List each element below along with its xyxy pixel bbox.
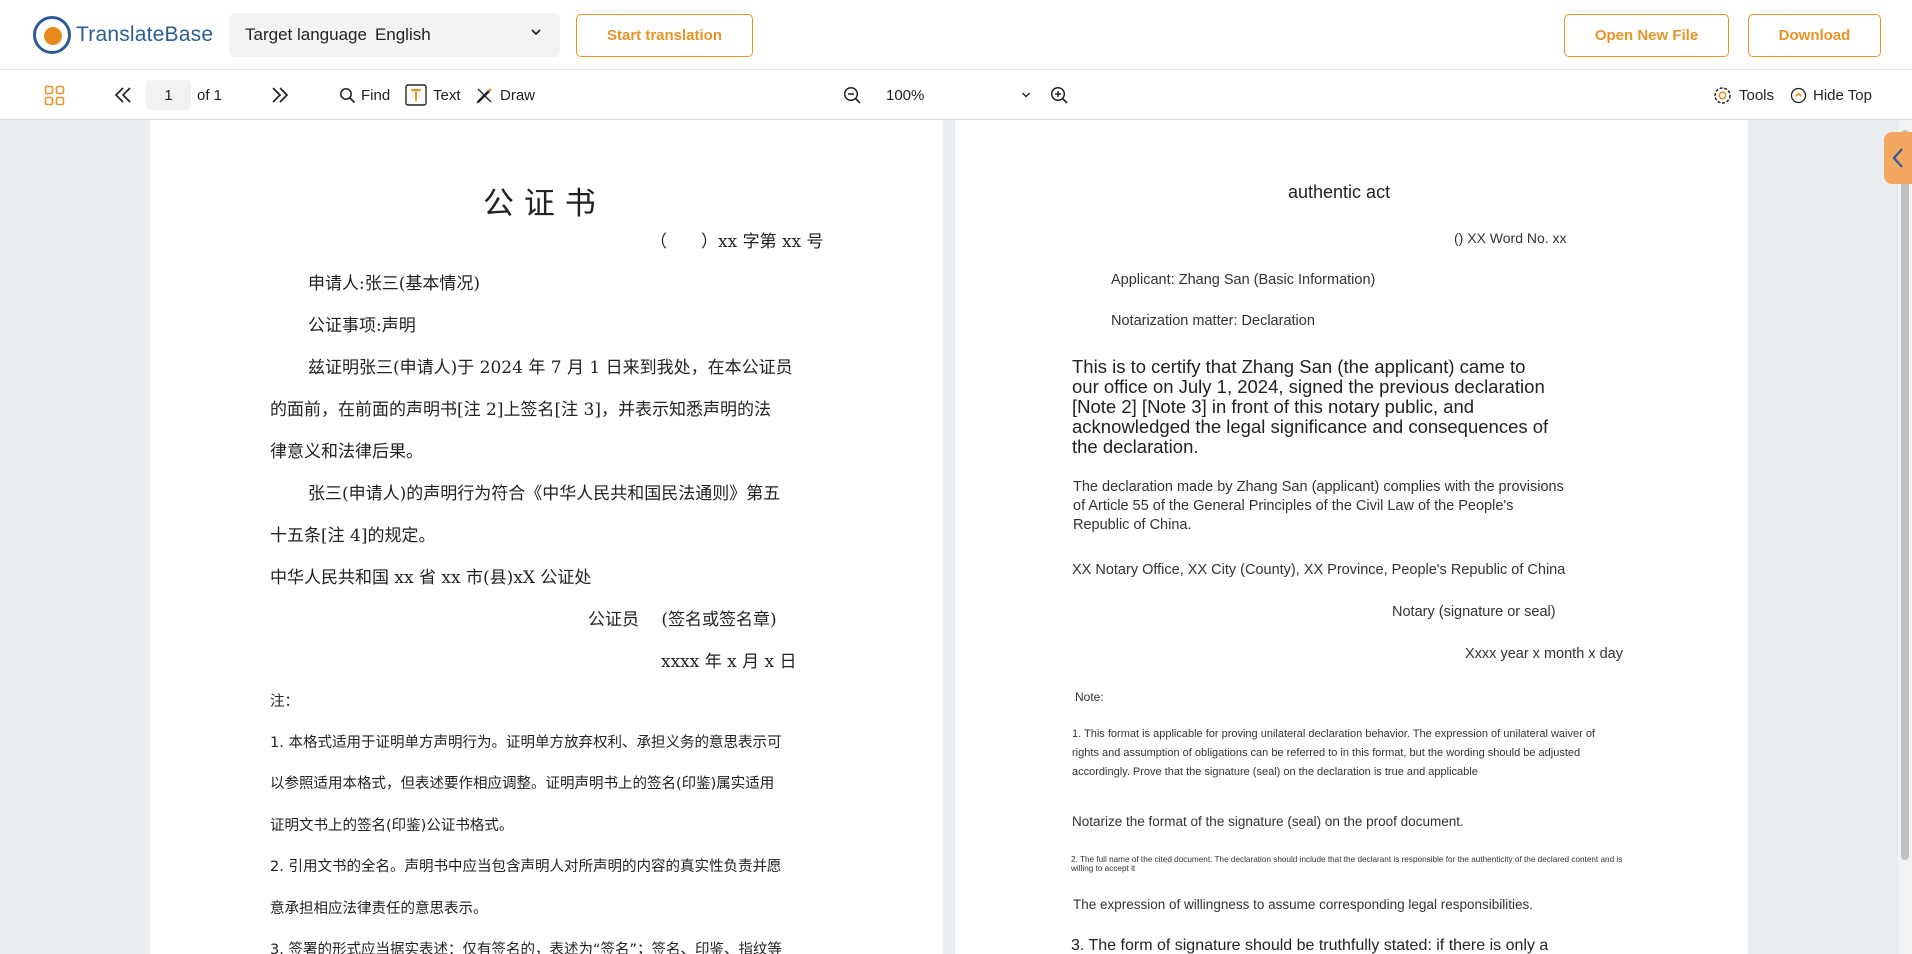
original-note2-line2: 意承担相应法律责任的意思表示。 <box>270 901 488 917</box>
logo-icon <box>33 16 71 54</box>
translated-note-title: Note: <box>1075 690 1104 704</box>
zoom-in-icon <box>1050 86 1069 105</box>
translated-note1b: Notarize the format of the signature (se… <box>1072 814 1464 829</box>
original-note2-line1: 2. 引用文书的全名。声明书中应当包含声明人对所声明的内容的真实性负责并愿 <box>270 859 782 875</box>
top-header: TranslateBase Target language English St… <box>0 0 1912 70</box>
translated-matter: Notarization matter: Declaration <box>1111 313 1315 329</box>
original-body1-line1: 兹证明张三(申请人)于 2024 年 7 月 1 日来到我处，在本公证员 <box>308 358 793 378</box>
translated-note2b: The expression of willingness to assume … <box>1073 897 1533 912</box>
find-button[interactable]: Find <box>339 70 390 120</box>
side-panel-toggle[interactable] <box>1884 132 1912 184</box>
text-tool-icon <box>405 84 427 106</box>
tools-icon <box>1712 85 1733 106</box>
hide-top-label: Hide Top <box>1813 86 1872 104</box>
double-chevron-left-icon <box>113 86 133 104</box>
translated-note2-line2: willing to accept it <box>1071 864 1136 873</box>
zoom-select[interactable]: 100% <box>886 70 1031 120</box>
zoom-out-icon <box>843 86 862 105</box>
translated-note2-line1: 2. The full name of the cited document. … <box>1071 855 1623 864</box>
start-translation-button[interactable]: Start translation <box>576 14 753 57</box>
original-matter: 公证事项:声明 <box>308 316 416 336</box>
download-button[interactable]: Download <box>1748 14 1881 57</box>
translated-note1-line1: 1. This format is applicable for proving… <box>1072 728 1595 740</box>
zoom-value: 100% <box>886 86 925 104</box>
translated-body1-line2: our office on July 1, 2024, signed the p… <box>1072 376 1545 397</box>
draw-tool-button[interactable]: Draw <box>475 70 535 120</box>
original-note1-line3: 证明文书上的签名(印鉴)公证书格式。 <box>270 818 514 834</box>
double-chevron-right-icon <box>270 86 290 104</box>
original-date: xxxx 年 x 月 x 日 <box>661 652 797 672</box>
translated-notary: Notary (signature or seal) <box>1392 604 1556 620</box>
logo-text: TranslateBase <box>76 23 214 46</box>
chevron-left-icon <box>1891 146 1905 170</box>
original-body1-line2: 的面前，在前面的声明书[注 2]上签名[注 3]，并表示知悉声明的法 <box>270 400 771 420</box>
find-label: Find <box>361 86 391 104</box>
translated-body1-line4: acknowledged the legal significance and … <box>1072 416 1549 437</box>
original-body2-line1: 张三(申请人)的声明行为符合《中华人民共和国民法通则》第五 <box>308 484 781 504</box>
page-total: of 1 <box>197 86 223 104</box>
original-number: （ ）xx 字第 xx 号 <box>650 232 824 252</box>
search-icon <box>339 87 356 104</box>
translated-title: authentic act <box>1288 182 1391 202</box>
translated-body1-line1: This is to certify that Zhang San (the a… <box>1072 356 1526 377</box>
translated-body2-line1: The declaration made by Zhang San (appli… <box>1073 479 1564 495</box>
viewer-toolbar: of 1 Find Text Draw 100% <box>0 70 1912 120</box>
tools-label: Tools <box>1739 86 1775 104</box>
text-tool-label: Text <box>433 86 461 104</box>
original-body2-line2: 十五条[注 4]的规定。 <box>270 526 436 546</box>
original-notary: 公证员 (签名或签名章) <box>588 610 777 630</box>
translated-note1-line3: accordingly. Prove that the signature (s… <box>1072 766 1478 778</box>
target-language-label: Target language <box>245 25 367 44</box>
translated-body2-line2: of Article 55 of the General Principles … <box>1073 498 1514 514</box>
scrollbar-thumb[interactable] <box>1901 130 1909 860</box>
translated-office: XX Notary Office, XX City (County), XX P… <box>1072 562 1566 578</box>
original-note1-line1: 1. 本格式适用于证明单方声明行为。证明单方放弃权利、承担义务的意思表示可 <box>270 735 782 751</box>
original-note3-line1: 3. 签署的形式应当据实表述：仅有签名的，表述为“签名”；签名、印鉴、指纹等 <box>270 942 782 954</box>
translated-body1-line5: the declaration. <box>1072 436 1199 457</box>
translated-body1-line3: [Note 2] [Note 3] in front of this notar… <box>1072 396 1475 417</box>
thumbnails-button[interactable] <box>44 70 65 120</box>
grid-icon <box>44 85 65 106</box>
translated-note1-line2: rights and assumption of obligations can… <box>1072 747 1581 759</box>
open-new-file-button[interactable]: Open New File <box>1564 14 1729 57</box>
draw-tool-label: Draw <box>500 86 536 104</box>
translated-document-page: authentic act () XX Word No. xx Applican… <box>955 120 1748 954</box>
hide-top-button[interactable]: Hide Top <box>1790 70 1872 120</box>
document-viewer: 公 证 书 （ ）xx 字第 xx 号 申请人:张三(基本情况) 公证事项:声明… <box>0 120 1912 954</box>
original-title: 公 证 书 <box>483 186 596 222</box>
translated-number: () XX Word No. xx <box>1454 230 1567 246</box>
zoom-out-button[interactable] <box>843 70 862 120</box>
translated-body2-line3: Republic of China. <box>1073 517 1192 533</box>
translated-note3-line1: 3. The form of signature should be truth… <box>1071 937 1549 954</box>
pencil-icon <box>475 86 494 105</box>
chevron-down-icon <box>530 26 542 38</box>
original-document-page: 公 证 书 （ ）xx 字第 xx 号 申请人:张三(基本情况) 公证事项:声明… <box>150 120 943 954</box>
translated-applicant: Applicant: Zhang San (Basic Information) <box>1111 272 1376 288</box>
original-applicant: 申请人:张三(基本情况) <box>308 274 480 294</box>
next-page-button[interactable] <box>270 70 290 120</box>
tools-button[interactable]: Tools <box>1712 70 1774 120</box>
original-note1-line2: 以参照适用本格式，但表述要作相应调整。证明声明书上的签名(印鉴)属实适用 <box>270 776 775 792</box>
original-note-title: 注： <box>270 694 299 710</box>
previous-page-button[interactable] <box>113 70 133 120</box>
hide-top-icon <box>1790 87 1807 104</box>
vertical-scrollbar[interactable] <box>1898 120 1912 954</box>
target-language-select[interactable]: Target language English <box>229 13 560 57</box>
logo[interactable]: TranslateBase <box>33 16 213 54</box>
translated-date: Xxxx year x month x day <box>1465 646 1623 662</box>
text-tool-button[interactable]: Text <box>405 70 461 120</box>
original-body1-line3: 律意义和法律后果。 <box>270 442 423 462</box>
page-number-input[interactable] <box>146 80 191 110</box>
zoom-in-button[interactable] <box>1050 70 1069 120</box>
target-language-value: English <box>374 25 431 44</box>
original-office: 中华人民共和国 xx 省 xx 市(县)xX 公证处 <box>270 568 592 588</box>
chevron-down-icon <box>1021 90 1031 100</box>
